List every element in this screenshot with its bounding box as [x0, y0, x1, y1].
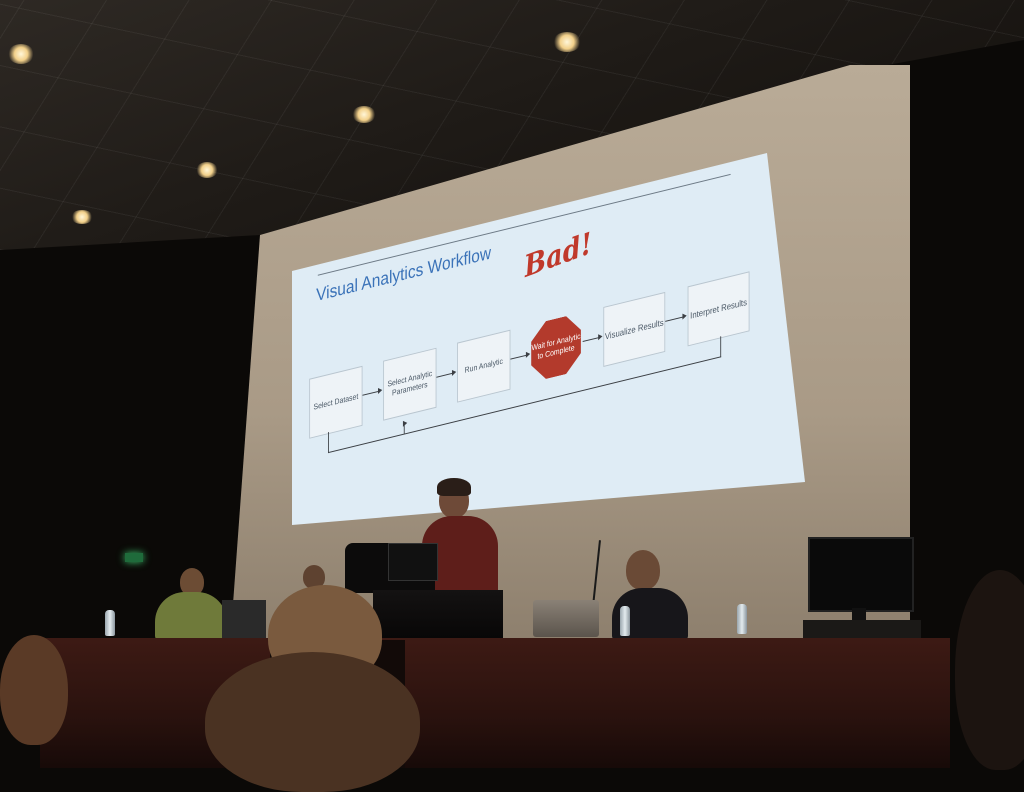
water-bottle: [737, 604, 747, 634]
ceiling-light: [71, 210, 93, 224]
step-label: Visualize Results: [604, 317, 664, 342]
flow-arrow: [510, 354, 528, 360]
panelist-right-head: [626, 550, 660, 590]
ceiling-light: [553, 32, 581, 52]
step-label: Select Analytic Parameters: [387, 368, 433, 398]
feedback-arrow: [403, 423, 405, 434]
presenter-hair: [437, 478, 471, 496]
flow-arrow: [436, 372, 454, 378]
step-label: Run Analytic: [464, 356, 503, 375]
ceiling-light: [352, 106, 376, 123]
step-label: Select Dataset: [313, 391, 359, 412]
step-label: Wait for Analytic to Complete: [531, 331, 581, 362]
flow-arrow: [362, 390, 380, 396]
flow-arrow: [582, 336, 600, 343]
presenter-laptop: [388, 543, 438, 581]
stage-table: [40, 638, 950, 768]
panelist-laptop-right: [533, 600, 599, 637]
step-label: Interpret Results: [690, 296, 747, 321]
panelist-left-body: [155, 592, 227, 640]
stage-monitor: [808, 537, 914, 612]
panelist-laptop-left: [222, 600, 266, 638]
exit-sign: [125, 553, 143, 562]
bad-annotation: Bad!: [522, 226, 594, 285]
audience-head: [205, 652, 420, 792]
audience-head: [955, 570, 1024, 770]
flow-arrow: [665, 316, 685, 322]
ceiling-light: [196, 162, 218, 178]
audience-head: [0, 635, 68, 745]
ceiling-light: [8, 44, 34, 64]
step-interpret-results: Interpret Results: [687, 271, 750, 347]
water-bottle: [105, 610, 115, 636]
conference-stage-photo: Visual Analytics Workflow Bad! Select Da…: [0, 0, 1024, 792]
water-bottle: [620, 606, 630, 636]
